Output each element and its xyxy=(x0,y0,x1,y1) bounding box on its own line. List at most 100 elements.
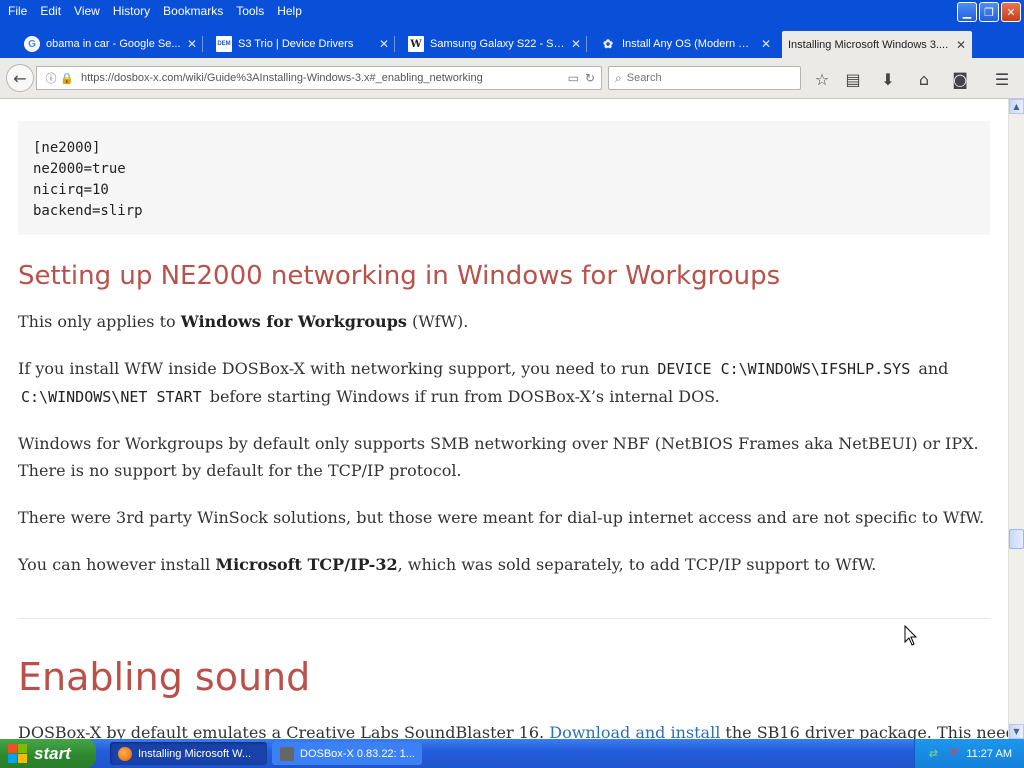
tab-title: Samsung Galaxy S22 - Sa... xyxy=(430,38,565,50)
home-icon: ⌂ xyxy=(918,69,930,89)
start-label: start xyxy=(34,743,71,763)
minimize-icon: ▁ xyxy=(962,5,972,19)
url-bar[interactable]: ⓘ 🔒 https://dosbox-x.com/wiki/Guide%3AIn… xyxy=(36,66,602,90)
dosbox-icon xyxy=(280,746,294,761)
dem-icon: DEM xyxy=(216,36,232,52)
text: This only applies to xyxy=(18,312,181,331)
mouse-cursor-icon xyxy=(904,625,918,646)
reader-view-icon[interactable]: ▭ xyxy=(568,71,579,85)
navigation-bar: ← ⓘ 🔒 https://dosbox-x.com/wiki/Guide%3A… xyxy=(0,58,1024,99)
scroll-down-button[interactable]: ▼ xyxy=(1009,724,1024,739)
menu-button[interactable]: ☰ xyxy=(991,68,1013,90)
security-shield-icon[interactable]: ⛨ xyxy=(946,747,960,761)
close-tab-icon[interactable]: ✕ xyxy=(187,37,197,51)
bold-text: Microsoft TCP/IP-32 xyxy=(215,555,398,574)
taskbar: start Installing Microsoft W... DOSBox-X… xyxy=(0,739,1024,768)
menu-file[interactable]: File xyxy=(3,4,32,18)
tab-google[interactable]: G obama in car - Google Se... ✕ xyxy=(18,30,203,58)
menu-tools[interactable]: Tools xyxy=(231,4,269,18)
tab-title: obama in car - Google Se... xyxy=(46,38,181,50)
search-input[interactable] xyxy=(626,72,777,84)
menu-history[interactable]: History xyxy=(108,4,155,18)
tab-installing-windows[interactable]: Installing Microsoft Windows 3.... ✕ xyxy=(782,31,972,59)
paragraph-install-wfw: If you install WfW inside DOSBox-X with … xyxy=(18,355,993,411)
lock-icon: 🔒 xyxy=(60,71,74,85)
tab-separator xyxy=(586,36,587,52)
close-tab-icon[interactable]: ✕ xyxy=(956,38,966,52)
close-window-button[interactable]: ✕ xyxy=(1001,2,1021,22)
taskbar-item-label: DOSBox-X 0.83.22: 1... xyxy=(300,747,415,760)
paragraph-sound: DOSBox-X by default emulates a Creative … xyxy=(18,719,1008,739)
menu-help[interactable]: Help xyxy=(272,4,307,18)
menu-bookmarks[interactable]: Bookmarks xyxy=(158,4,228,18)
close-tab-icon[interactable]: ✕ xyxy=(571,37,581,51)
text: If you install WfW inside DOSBox-X with … xyxy=(18,359,655,378)
download-install-link[interactable]: Download and install xyxy=(549,723,720,739)
close-tab-icon[interactable]: ✕ xyxy=(761,37,771,51)
bold-text: Windows for Workgroups xyxy=(180,312,407,331)
text: before starting Windows if run from DOSB… xyxy=(204,387,720,406)
text: You can however install xyxy=(18,555,216,574)
taskbar-item-dosbox[interactable]: DOSBox-X 0.83.22: 1... xyxy=(272,742,422,765)
firefox-icon xyxy=(118,746,132,761)
minimize-button[interactable]: ▁ xyxy=(957,2,977,22)
paragraph-tcpip: You can however install Microsoft TCP/IP… xyxy=(18,551,993,578)
back-arrow-icon: ← xyxy=(13,68,27,88)
code-block: [ne2000] ne2000=true nicirq=10 backend=s… xyxy=(18,121,990,235)
scroll-up-button[interactable]: ▲ xyxy=(1009,99,1024,114)
section-heading-sound: Enabling sound xyxy=(18,655,311,699)
paragraph-applies-to: This only applies to Windows for Workgro… xyxy=(18,308,993,335)
inline-code: DEVICE C:\WINDOWS\IFSHLP.SYS xyxy=(654,360,914,378)
reload-icon[interactable]: ↻ xyxy=(585,71,595,85)
section-divider xyxy=(18,618,990,619)
tab-title: S3 Trio | Device Drivers xyxy=(238,38,354,50)
back-button[interactable]: ← xyxy=(6,64,34,92)
star-icon: ☆ xyxy=(814,69,830,89)
clock[interactable]: 11:27 AM xyxy=(966,748,1012,760)
wikipedia-icon: W xyxy=(408,36,424,52)
search-box[interactable]: ⌕ xyxy=(608,66,801,90)
maximize-button[interactable]: ❐ xyxy=(979,2,999,22)
download-icon: ⬇ xyxy=(881,69,895,89)
up-arrow-icon: ▲ xyxy=(1013,102,1020,111)
tab-s3-trio[interactable]: DEM S3 Trio | Device Drivers ✕ xyxy=(210,30,395,58)
tab-samsung[interactable]: W Samsung Galaxy S22 - Sa... ✕ xyxy=(402,30,587,58)
tab-title: Install Any OS (Modern O... xyxy=(622,38,755,50)
tab-install-any-os[interactable]: ✿ Install Any OS (Modern O... ✕ xyxy=(594,30,777,58)
paragraph-smb: Windows for Workgroups by default only s… xyxy=(18,434,979,480)
system-tray: ⇄ ⛨ 11:27 AM xyxy=(914,739,1024,768)
vertical-scrollbar[interactable]: ▲ ▼ xyxy=(1008,99,1024,739)
menu-view[interactable]: View xyxy=(69,4,105,18)
tab-separator xyxy=(394,36,395,52)
text: and xyxy=(913,359,949,378)
menu-edit[interactable]: Edit xyxy=(35,4,66,18)
library-button[interactable]: ▤ xyxy=(842,68,864,90)
taskbar-item-label: Installing Microsoft W... xyxy=(138,747,252,760)
paragraph-winsock: There were 3rd party WinSock solutions, … xyxy=(18,508,985,527)
close-tab-icon[interactable]: ✕ xyxy=(379,37,389,51)
section-heading-networking: Setting up NE2000 networking in Windows … xyxy=(18,261,781,291)
downloads-button[interactable]: ⬇ xyxy=(877,68,899,90)
search-icon: ⌕ xyxy=(615,70,622,85)
bookmark-star-button[interactable]: ☆ xyxy=(811,68,833,90)
restore-icon: ❐ xyxy=(984,5,994,19)
taskbar-item-firefox[interactable]: Installing Microsoft W... xyxy=(110,742,267,765)
tab-separator xyxy=(202,36,203,52)
window-controls: ▁ ❐ ✕ xyxy=(957,2,1021,22)
info-icon[interactable]: ⓘ xyxy=(43,70,59,86)
url-text[interactable]: https://dosbox-x.com/wiki/Guide%3AInstal… xyxy=(81,72,568,84)
pocket-button[interactable]: ◙ xyxy=(949,68,971,90)
network-icon[interactable]: ⇄ xyxy=(926,747,940,761)
pocket-icon: ◙ xyxy=(952,69,968,89)
home-button[interactable]: ⌂ xyxy=(913,68,935,90)
menu-bar: File Edit View History Bookmarks Tools H… xyxy=(0,0,1024,22)
scrollbar-thumb[interactable] xyxy=(1009,529,1024,549)
hamburger-icon: ☰ xyxy=(994,69,1010,89)
start-button[interactable]: start xyxy=(0,739,96,768)
text: , which was sold separately, to add TCP/… xyxy=(397,555,877,574)
windows-logo-icon xyxy=(8,743,28,764)
close-icon: ✕ xyxy=(1006,5,1016,19)
clipboard-icon: ▤ xyxy=(845,69,861,89)
text: the SB16 driver package. This needs xyxy=(720,723,1008,739)
google-icon: G xyxy=(24,36,40,52)
